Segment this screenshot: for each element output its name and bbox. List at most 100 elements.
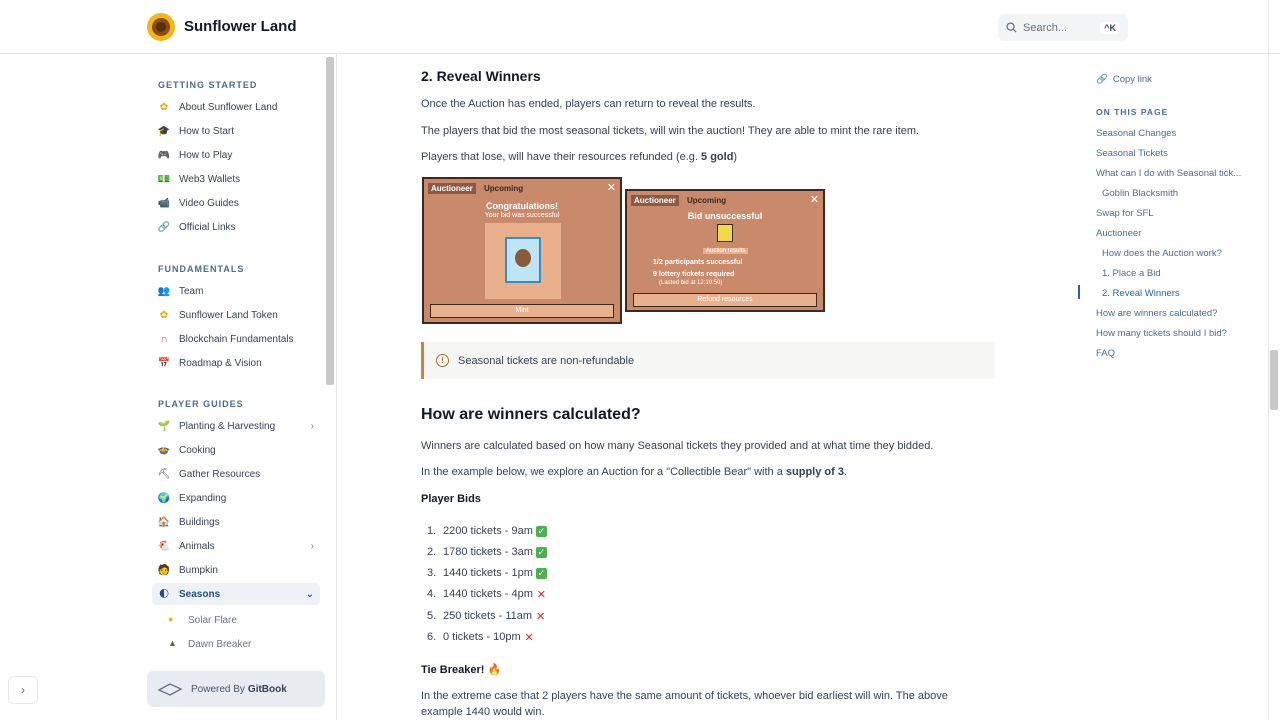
sidebar-item-expanding[interactable]: 🌍 Expanding <box>152 487 320 509</box>
toc-item-how-many-tickets[interactable]: How many tickets should I bid? <box>1096 328 1227 339</box>
pickaxe-icon: ⛏ <box>157 468 171 480</box>
sidebar-item-bumpkin[interactable]: 🧑 Bumpkin <box>152 559 320 581</box>
top-header: Sunflower Land Search... ^K <box>0 0 1280 54</box>
toc-item-auctioneer[interactable]: Auctioneer <box>1096 228 1141 239</box>
search-icon <box>1006 22 1017 33</box>
sidebar-item-official-links[interactable]: 🔗 Official Links <box>152 216 320 238</box>
sidebar-item-planting[interactable]: 🌱 Planting & Harvesting › <box>152 415 320 437</box>
money-icon: 💵 <box>157 173 171 185</box>
paragraph: example 1440 would win. <box>421 706 545 718</box>
sidebar-subitem-solar-flare[interactable]: ● Solar Flare <box>168 609 237 631</box>
toc-item-goblin-blacksmith[interactable]: Goblin Blacksmith <box>1102 188 1178 199</box>
close-icon: ✕ <box>809 194 819 206</box>
auction-unsuccessful-image: Auctioneer Upcoming ✕ Bid unsuccessful A… <box>625 189 825 312</box>
sun-icon: ● <box>168 614 174 624</box>
page-scrollbar[interactable] <box>1270 350 1278 410</box>
section-title-getting-started: GETTING STARTED <box>158 80 258 90</box>
check-icon: ✓ <box>535 546 547 558</box>
seedling-icon: 🌱 <box>157 420 171 432</box>
sidebar-item-how-to-start[interactable]: 🎓 How to Start <box>152 120 320 142</box>
toc-item-reveal-winners[interactable]: 2. Reveal Winners <box>1102 288 1180 299</box>
toc-active-indicator <box>1078 285 1080 299</box>
sidebar-item-gather[interactable]: ⛏ Gather Resources <box>152 463 320 485</box>
paragraph: The players that bid the most seasonal t… <box>421 125 920 137</box>
sidebar-item-animals[interactable]: 🐔 Animals › <box>152 535 320 557</box>
warning-icon: ! <box>436 354 449 367</box>
sidebar-item-seasons[interactable]: 🌓 Seasons ⌄ <box>152 583 320 605</box>
heading-winners-calculated: How are winners calculated? <box>421 406 641 423</box>
cooking-pot-icon: 🍲 <box>157 444 171 456</box>
search-bar[interactable]: Search... ^K <box>998 14 1128 41</box>
paragraph: Players that lose, will have their resou… <box>421 151 738 163</box>
toc-item-auction-work[interactable]: How does the Auction work? <box>1102 248 1222 259</box>
sidebar-subitem-dawn-breaker[interactable]: ▲ Dawn Breaker <box>168 633 251 655</box>
globe-icon: 🌍 <box>157 492 171 504</box>
graduation-cap-icon: 🎓 <box>157 125 171 137</box>
sidebar: GETTING STARTED ✿ About Sunflower Land 🎓 H… <box>146 54 336 720</box>
gamepad-icon: 🎮 <box>157 149 171 161</box>
toc-item-what-can-i-do[interactable]: What can I do with Seasonal tick... <box>1096 168 1241 179</box>
search-shortcut: ^K <box>1100 21 1120 34</box>
site-title[interactable]: Sunflower Land <box>184 18 297 35</box>
bumpkin-icon: 🧑 <box>157 564 171 576</box>
toc-title: ON THIS PAGE <box>1096 107 1169 117</box>
player-bids-label: Player Bids <box>421 493 481 505</box>
sidebar-item-team[interactable]: 👥 Team <box>152 280 320 302</box>
calendar-icon: 📅 <box>157 357 171 369</box>
sidebar-item-how-to-play[interactable]: 🎮 How to Play <box>152 144 320 166</box>
sidebar-divider <box>336 54 337 720</box>
sidebar-item-token[interactable]: ✿ Sunflower Land Token <box>152 304 320 326</box>
page-scroll-track <box>1268 0 1269 720</box>
building-icon: 🏠 <box>157 516 171 528</box>
toc-item-swap-sfl[interactable]: Swap for SFL <box>1096 208 1154 219</box>
cross-icon: ✕ <box>535 610 546 623</box>
list-item: 1. 2200 tickets - 9am ✓ <box>427 525 547 537</box>
link-icon: 🔗 <box>1096 74 1108 85</box>
section-heading-reveal-winners: 2. Reveal Winners <box>421 68 541 84</box>
list-item: 6. 0 tickets - 10pm ✕ <box>427 631 534 644</box>
sidebar-item-about[interactable]: ✿ About Sunflower Land <box>152 96 320 118</box>
video-camera-icon: 📹 <box>157 197 171 209</box>
auction-success-image: Auctioneer Upcoming ✕ Congratulations! Y… <box>422 177 622 324</box>
search-placeholder: Search... <box>1023 21 1068 34</box>
toc-item-winners-calculated[interactable]: How are winners calculated? <box>1096 308 1217 319</box>
chevron-right-icon: › <box>21 683 25 697</box>
seasons-icon: 🌓 <box>158 588 170 600</box>
toc-item-seasonal-tickets[interactable]: Seasonal Tickets <box>1096 148 1168 159</box>
bear-item-icon <box>485 223 561 299</box>
chicken-icon: 🐔 <box>157 540 171 552</box>
magnet-icon: ∩ <box>160 333 168 345</box>
paragraph: Once the Auction has ended, players can … <box>421 98 756 110</box>
warning-callout: ! Seasonal tickets are non-refundable <box>421 342 995 379</box>
chevron-right-icon[interactable]: › <box>311 421 314 432</box>
sunflower-icon: ✿ <box>159 101 169 113</box>
powered-by-gitbook[interactable]: Powered By GitBook <box>147 671 325 707</box>
sidebar-item-web3-wallets[interactable]: 💵 Web3 Wallets <box>152 168 320 190</box>
team-icon: 👥 <box>157 285 171 297</box>
sunflower-icon: ✿ <box>159 309 169 321</box>
gitbook-icon <box>157 683 183 696</box>
sidebar-item-video-guides[interactable]: 📹 Video Guides <box>152 192 320 214</box>
sidebar-item-buildings[interactable]: 🏠 Buildings <box>152 511 320 533</box>
close-icon: ✕ <box>606 182 616 194</box>
check-icon: ✓ <box>535 525 547 537</box>
sidebar-item-cooking[interactable]: 🍲 Cooking <box>152 439 320 461</box>
sidebar-toggle-button[interactable]: › <box>8 676 38 704</box>
cross-icon: ✕ <box>524 631 534 644</box>
chevron-down-icon[interactable]: ⌄ <box>306 589 314 600</box>
list-item: 2. 1780 tickets - 3am ✓ <box>427 546 547 558</box>
link-icon: 🔗 <box>157 221 171 233</box>
sunflower-logo-icon[interactable] <box>146 12 176 42</box>
toc-item-seasonal-changes[interactable]: Seasonal Changes <box>1096 128 1176 139</box>
list-item: 3. 1440 tickets - 1pm ✓ <box>427 567 547 579</box>
list-item: 4. 1440 tickets - 4pm ✕ <box>427 588 546 601</box>
copy-link-button[interactable]: 🔗 Copy link <box>1096 74 1152 85</box>
fire-icon: 🔥 <box>487 664 502 676</box>
toc-item-faq[interactable]: FAQ <box>1096 348 1115 359</box>
sidebar-item-roadmap[interactable]: 📅 Roadmap & Vision <box>152 352 320 374</box>
sidebar-item-blockchain[interactable]: ∩ Blockchain Fundamentals <box>152 328 320 350</box>
toc-item-place-bid[interactable]: 1. Place a Bid <box>1102 268 1161 279</box>
chevron-right-icon[interactable]: › <box>311 541 314 552</box>
sad-face-icon <box>717 224 733 242</box>
section-title-fundamentals: FUNDAMENTALS <box>158 264 245 274</box>
